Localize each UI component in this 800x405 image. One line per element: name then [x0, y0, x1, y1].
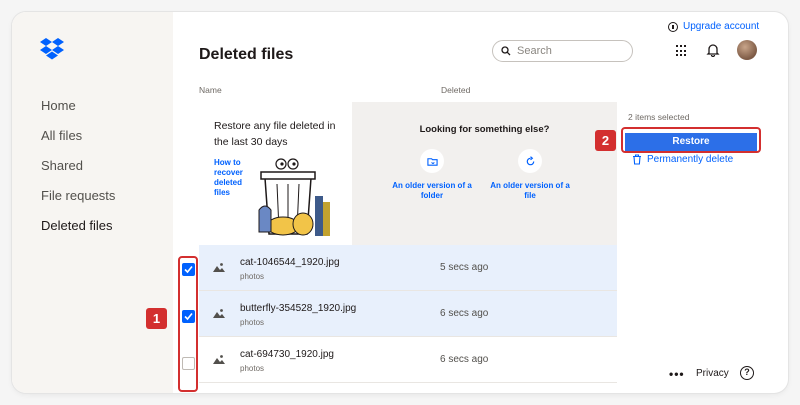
promo-banner: Restore any file deleted in the last 30 … — [199, 102, 617, 245]
restore-button[interactable]: Restore — [625, 132, 757, 151]
sidebar: Home All files Shared File requests Dele… — [12, 12, 173, 393]
file-list: cat-1046544_1920.jpg photos 5 secs ago b… — [199, 245, 617, 383]
file-folder: photos — [240, 318, 265, 327]
search-input[interactable] — [517, 45, 617, 57]
checkmark-icon — [184, 265, 193, 274]
page-title: Deleted files — [199, 46, 294, 63]
row-checkbox[interactable] — [182, 357, 195, 370]
sidebar-item-file-requests[interactable]: File requests — [41, 186, 115, 216]
trash-icon — [633, 154, 641, 165]
file-deleted-time: 5 secs ago — [440, 262, 489, 273]
trash-can-illustration — [258, 158, 330, 236]
older-folder-option[interactable]: An older version of a folder — [387, 149, 477, 201]
file-folder: photos — [240, 364, 265, 373]
sidebar-item-deleted-files[interactable]: Deleted files — [41, 216, 115, 246]
file-name[interactable]: cat-1046544_1920.jpg — [240, 257, 340, 268]
column-header-name[interactable]: Name — [199, 85, 222, 95]
sidebar-item-shared[interactable]: Shared — [41, 156, 115, 186]
app-window: Home All files Shared File requests Dele… — [12, 12, 788, 393]
file-deleted-time: 6 secs ago — [440, 308, 489, 319]
row-checkbox[interactable] — [182, 263, 195, 276]
selection-count: 2 items selected — [628, 112, 690, 122]
older-file-option[interactable]: An older version of a file — [485, 149, 575, 201]
upgrade-label: Upgrade account — [683, 21, 760, 32]
privacy-link[interactable]: Privacy — [696, 368, 729, 379]
folder-history-icon — [420, 149, 444, 173]
table-row[interactable]: cat-1046544_1920.jpg photos 5 secs ago — [199, 245, 617, 291]
checkmark-icon — [184, 312, 193, 321]
older-file-label: An older version of a file — [490, 181, 570, 200]
search-box[interactable] — [492, 40, 633, 62]
file-name[interactable]: butterfly-354528_1920.jpg — [240, 303, 356, 314]
annotation-badge-2: 2 — [595, 130, 616, 151]
file-name[interactable]: cat-694730_1920.jpg — [240, 349, 334, 360]
file-deleted-time: 6 secs ago — [440, 354, 489, 365]
looking-for-title: Looking for something else? — [419, 124, 550, 135]
permanently-delete-label: Permanently delete — [647, 154, 734, 165]
image-file-icon — [213, 355, 225, 364]
help-icon[interactable]: ? — [740, 366, 754, 380]
restore-info-card: Restore any file deleted in the last 30 … — [199, 102, 352, 245]
file-folder: photos — [240, 272, 265, 281]
permanently-delete-button[interactable]: Permanently delete — [632, 154, 733, 165]
file-history-icon — [518, 149, 542, 173]
table-row[interactable]: butterfly-354528_1920.jpg photos 6 secs … — [199, 291, 617, 337]
image-file-icon — [213, 263, 225, 272]
bell-icon[interactable] — [706, 43, 720, 57]
restore-info-text: Restore any file deleted in the last 30 … — [214, 120, 336, 148]
row-checkbox[interactable] — [182, 310, 195, 323]
older-folder-label: An older version of a folder — [392, 181, 472, 200]
upgrade-icon — [668, 21, 678, 32]
image-file-icon — [213, 309, 225, 318]
restore-highlight: Restore — [621, 127, 761, 153]
sidebar-nav: Home All files Shared File requests Dele… — [41, 96, 115, 246]
apps-grid-icon[interactable] — [676, 45, 688, 57]
sidebar-item-home[interactable]: Home — [41, 96, 115, 126]
more-options-button[interactable]: ••• — [669, 367, 685, 381]
column-header-deleted[interactable]: Deleted — [441, 85, 470, 95]
checkbox-column-highlight — [178, 256, 198, 392]
selection-panel: 2 items selected — [617, 102, 788, 245]
annotation-badge-1: 1 — [146, 308, 167, 329]
upgrade-account-link[interactable]: Upgrade account — [668, 21, 759, 32]
search-icon — [501, 46, 511, 56]
table-row[interactable]: cat-694730_1920.jpg photos 6 secs ago — [199, 337, 617, 383]
dropbox-logo-icon[interactable] — [40, 38, 64, 60]
sidebar-item-all-files[interactable]: All files — [41, 126, 115, 156]
avatar[interactable] — [737, 40, 757, 60]
